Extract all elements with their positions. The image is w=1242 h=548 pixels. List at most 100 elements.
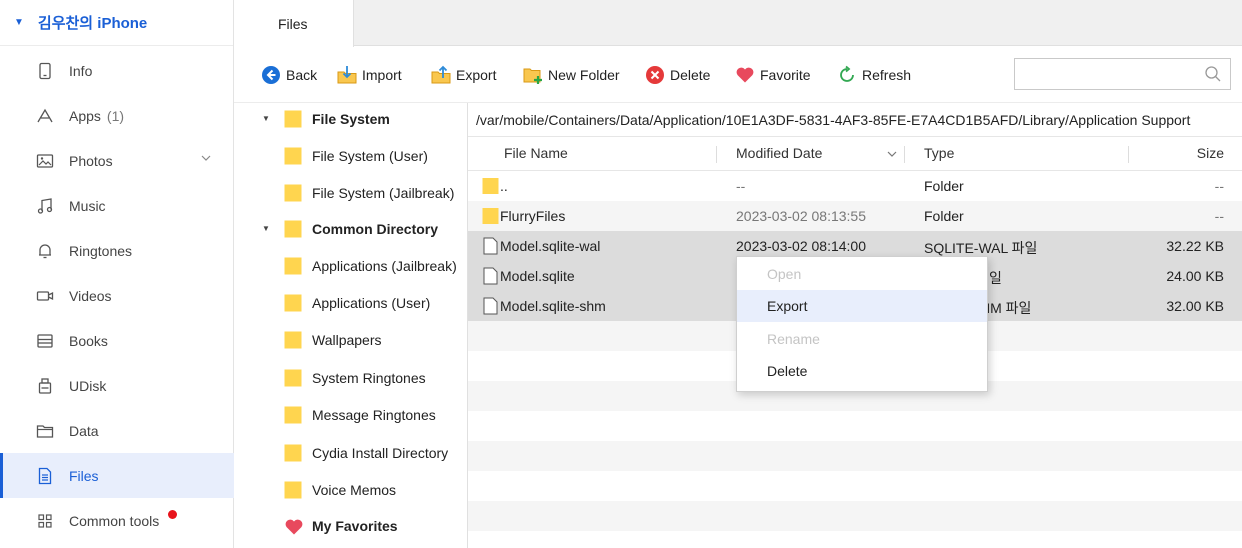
sidebar-item-label: UDisk: [69, 377, 107, 394]
empty-row: [468, 471, 1242, 501]
phone-icon: [36, 62, 54, 80]
chevron-down-icon[interactable]: [200, 151, 212, 167]
folder-icon: [284, 257, 302, 275]
sidebar-item-files[interactable]: Files: [0, 453, 234, 498]
table-row[interactable]: .. -- Folder --: [468, 171, 1242, 201]
file-modified: 2023-03-02 08:13:55: [736, 208, 866, 224]
tree-label: File System (User): [312, 147, 428, 164]
folder-icon: [284, 110, 302, 128]
tree-label: System Ringtones: [312, 369, 426, 386]
folder-tree: ▼ File System File System (User) File Sy…: [234, 103, 468, 548]
grid-icon: [36, 512, 54, 530]
toolbar: Back Import Export New Folder Delete Fav…: [234, 47, 1242, 103]
sidebar-item-label: Files: [69, 467, 99, 484]
sidebar-item-label: Data: [69, 422, 99, 439]
video-icon: [36, 287, 54, 305]
tree-item-wallpapers[interactable]: Wallpapers: [234, 321, 468, 358]
search-input[interactable]: [1014, 58, 1231, 90]
file-name: FlurryFiles: [500, 208, 566, 224]
context-menu-export[interactable]: Export: [737, 290, 987, 322]
file-type: SQLITE-WAL 파일: [924, 240, 1038, 256]
expand-caret-icon[interactable]: ▼: [262, 224, 270, 233]
collapse-triangle-icon[interactable]: ▼: [14, 17, 24, 28]
tree-item-file-system[interactable]: ▼ File System: [234, 100, 468, 137]
delete-icon: [644, 64, 666, 86]
folder-icon: [284, 147, 302, 165]
sidebar-item-books[interactable]: Books: [0, 318, 234, 363]
file-name: Model.sqlite-wal: [500, 238, 601, 254]
new-folder-icon: [522, 64, 544, 86]
favorite-button[interactable]: Favorite: [734, 64, 811, 86]
tab-bar: Files: [234, 0, 1242, 47]
context-menu-open: Open: [767, 266, 802, 282]
refresh-icon: [836, 64, 858, 86]
refresh-button[interactable]: Refresh: [836, 64, 911, 86]
tree-item-file-system-jailbreak[interactable]: File System (Jailbreak): [234, 174, 468, 211]
tree-item-voice-memos[interactable]: Voice Memos: [234, 471, 468, 508]
folder-icon: [284, 294, 302, 312]
file-name: Model.sqlite-shm: [500, 298, 606, 314]
file-size: 32.22 KB: [1166, 238, 1224, 254]
import-icon: [336, 64, 358, 86]
column-separator[interactable]: [1128, 146, 1129, 163]
empty-row: [468, 531, 1242, 548]
sidebar-item-common-tools[interactable]: Common tools: [0, 498, 234, 543]
apps-count: (1): [106, 107, 125, 124]
folder-icon: [284, 444, 302, 462]
context-menu-rename: Rename: [767, 331, 820, 347]
path-bar[interactable]: /var/mobile/Containers/Data/Application/…: [468, 103, 1242, 137]
sidebar-item-photos[interactable]: Photos: [0, 138, 234, 183]
file-type: 일: [989, 270, 1002, 286]
file-size: --: [1214, 208, 1224, 224]
folder-icon: [284, 184, 302, 202]
tree-item-common-directory[interactable]: ▼ Common Directory: [234, 210, 468, 247]
folder-icon: [482, 177, 499, 195]
import-label: Import: [362, 67, 402, 83]
tree-item-apps-user[interactable]: Applications (User): [234, 284, 468, 321]
device-header[interactable]: ▼ 김우찬의 iPhone: [0, 0, 233, 46]
export-button[interactable]: Export: [430, 64, 496, 86]
column-header-modified[interactable]: Modified Date: [736, 145, 822, 161]
tab-files[interactable]: Files: [234, 0, 354, 47]
sort-chevron-icon[interactable]: [886, 147, 898, 163]
table-row[interactable]: FlurryFiles 2023-03-02 08:13:55 Folder -…: [468, 201, 1242, 231]
file-modified: --: [736, 178, 746, 194]
sidebar-item-udisk[interactable]: UDisk: [0, 363, 234, 408]
column-header-type[interactable]: Type: [924, 145, 954, 161]
column-separator[interactable]: [904, 146, 905, 163]
sidebar-item-music[interactable]: Music: [0, 183, 234, 228]
search-icon[interactable]: [1204, 65, 1222, 83]
folder-icon: [284, 406, 302, 424]
sidebar-item-apps[interactable]: Apps (1): [0, 93, 234, 138]
tree-label: Common Directory: [312, 220, 439, 237]
tree-item-message-ringtones[interactable]: Message Ringtones: [234, 396, 468, 433]
sidebar-item-data[interactable]: Data: [0, 408, 234, 453]
back-button[interactable]: Back: [260, 64, 317, 86]
bell-icon: [36, 242, 54, 260]
tree-item-apps-jailbreak[interactable]: Applications (Jailbreak): [234, 247, 468, 284]
sidebar-item-videos[interactable]: Videos: [0, 273, 234, 318]
column-header-size[interactable]: Size: [1197, 145, 1224, 161]
file-name: Model.sqlite: [500, 268, 575, 284]
delete-label: Delete: [670, 67, 711, 83]
delete-button[interactable]: Delete: [644, 64, 710, 86]
sidebar-item-ringtones[interactable]: Ringtones: [0, 228, 234, 273]
document-icon: [482, 297, 499, 315]
column-separator[interactable]: [716, 146, 717, 163]
sidebar-item-label: Photos: [69, 152, 113, 169]
context-menu-delete[interactable]: Delete: [737, 355, 987, 387]
import-button[interactable]: Import: [336, 64, 402, 86]
expand-caret-icon[interactable]: ▼: [262, 114, 270, 123]
folder-outline-icon: [36, 422, 54, 440]
notification-dot: [168, 510, 177, 519]
folder-icon: [284, 331, 302, 349]
sidebar-item-info[interactable]: Info: [0, 48, 234, 93]
tree-item-file-system-user[interactable]: File System (User): [234, 137, 468, 174]
tree-item-cydia[interactable]: Cydia Install Directory: [234, 434, 468, 471]
column-header-name[interactable]: File Name: [504, 145, 568, 161]
tree-item-system-ringtones[interactable]: System Ringtones: [234, 359, 468, 396]
new-folder-button[interactable]: New Folder: [522, 64, 620, 86]
tree-item-my-favorites[interactable]: My Favorites: [234, 507, 468, 544]
apps-icon: [36, 107, 54, 125]
tree-label: Applications (Jailbreak): [312, 257, 457, 274]
